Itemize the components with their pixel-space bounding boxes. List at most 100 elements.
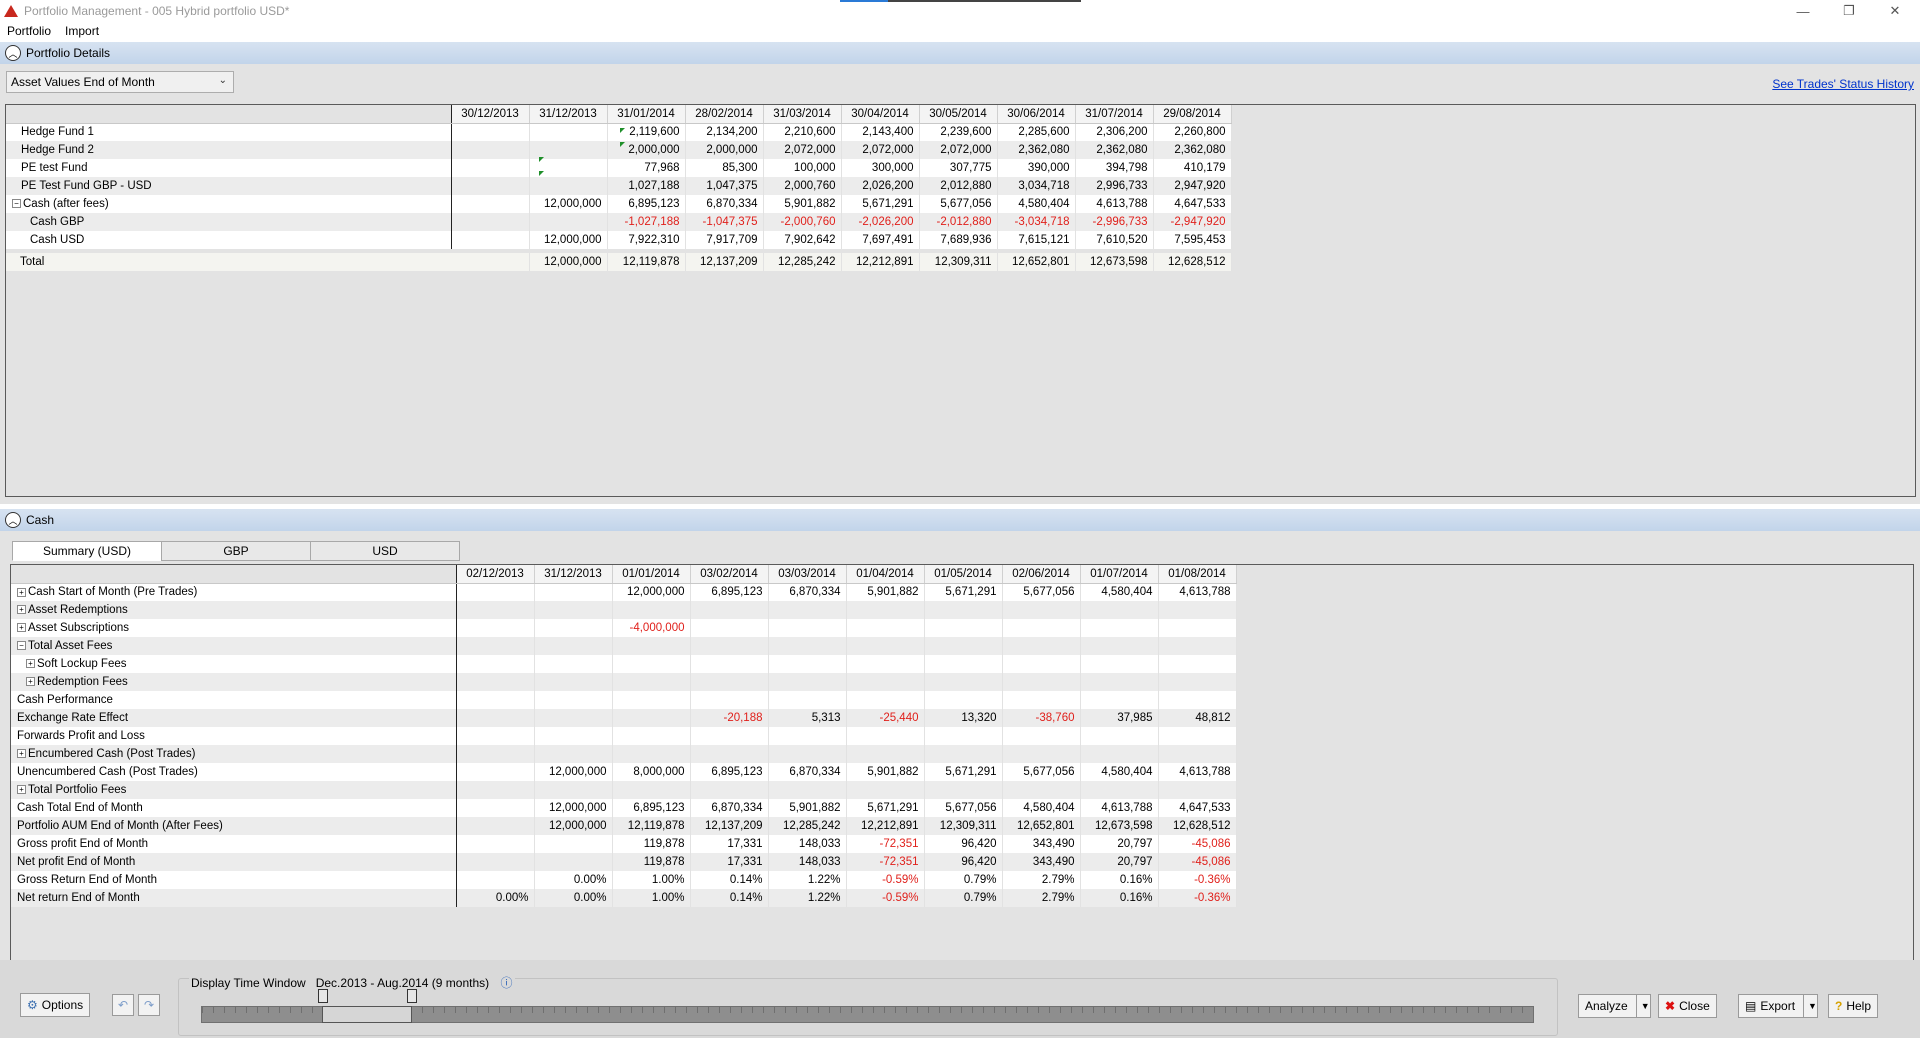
value-cell[interactable]: 5,313 [768,709,847,727]
value-cell[interactable] [1002,727,1081,745]
value-cell[interactable] [456,673,535,691]
table-row[interactable]: + Total Portfolio Fees [11,781,1237,799]
minimize-button[interactable]: — [1780,0,1826,22]
value-cell[interactable] [768,691,847,709]
value-cell[interactable]: 12,285,242 [768,817,847,835]
restore-button[interactable]: ❐ [1826,0,1872,22]
table-row[interactable]: Cash GBP -1,027,188 -1,047,375 -2,000,760 -2… [6,213,1232,231]
total-value-cell[interactable]: 12,137,209 [685,253,764,271]
value-cell[interactable] [529,123,608,141]
value-cell[interactable]: 343,490 [1002,835,1081,853]
value-cell[interactable]: 0.16% [1080,871,1159,889]
value-cell[interactable]: 2,362,080 [1153,141,1232,159]
value-cell[interactable] [612,781,691,799]
value-cell[interactable]: 2,000,000 [607,141,686,159]
value-cell[interactable]: 5,901,882 [846,583,925,601]
value-cell[interactable] [612,727,691,745]
value-cell[interactable]: 148,033 [768,835,847,853]
date-column-header[interactable]: 30/04/2014 [841,105,920,124]
value-cell[interactable]: 2,134,200 [685,123,764,141]
date-column-header[interactable]: 02/12/2013 [456,565,535,584]
total-value-cell[interactable]: 12,652,801 [997,253,1076,271]
value-cell[interactable]: 7,697,491 [841,231,920,249]
value-cell[interactable] [1158,619,1237,637]
value-cell[interactable]: 2,000,760 [763,177,842,195]
value-cell[interactable] [1002,781,1081,799]
menu-portfolio[interactable]: Portfolio [0,24,58,38]
value-cell[interactable] [846,727,925,745]
value-cell[interactable]: -2,000,760 [763,213,842,231]
value-cell[interactable] [1080,691,1159,709]
cash-header[interactable]: ︿ Cash [0,509,1920,531]
value-cell[interactable] [451,177,530,195]
value-cell[interactable]: 2,947,920 [1153,177,1232,195]
value-cell[interactable]: 7,902,642 [763,231,842,249]
value-cell[interactable]: -0.59% [846,889,925,907]
table-row[interactable]: Portfolio AUM End of Month (After Fees) 1… [11,817,1237,835]
table-row[interactable]: Cash Performance [11,691,1237,709]
value-cell[interactable] [1158,637,1237,655]
undo-button[interactable]: ↶ [112,994,134,1016]
total-value-cell[interactable]: 12,628,512 [1153,253,1232,271]
table-row[interactable]: Unencumbered Cash (Post Trades) 12,000,00… [11,763,1237,781]
value-cell[interactable]: -2,012,880 [919,213,998,231]
value-cell[interactable]: 1,047,375 [685,177,764,195]
collapse-up-icon[interactable]: ︿ [5,45,21,61]
value-cell[interactable] [690,601,769,619]
value-cell[interactable] [1080,619,1159,637]
value-cell[interactable]: 2,306,200 [1075,123,1154,141]
table-row[interactable]: Net return End of Month 0.00% 0.00% 1.00% 0.… [11,889,1237,907]
collapse-icon[interactable]: − [17,641,26,651]
date-column-header[interactable]: 01/05/2014 [924,565,1003,584]
value-cell[interactable] [924,673,1003,691]
value-cell[interactable]: 2,260,800 [1153,123,1232,141]
value-cell[interactable]: 2,143,400 [841,123,920,141]
value-cell[interactable] [451,159,530,177]
value-cell[interactable]: 2,072,000 [763,141,842,159]
value-cell[interactable]: 0.14% [690,889,769,907]
value-cell[interactable] [1158,601,1237,619]
value-cell[interactable] [768,601,847,619]
value-cell[interactable] [846,673,925,691]
value-cell[interactable] [690,637,769,655]
value-cell[interactable]: 5,671,291 [924,763,1003,781]
value-cell[interactable] [456,637,535,655]
value-cell[interactable]: 85,300 [685,159,764,177]
value-cell[interactable]: 12,119,878 [612,817,691,835]
value-cell[interactable]: 6,870,334 [768,583,847,601]
total-value-cell[interactable]: 12,673,598 [1075,253,1154,271]
value-cell[interactable]: 4,580,404 [1080,583,1159,601]
value-cell[interactable]: 390,000 [997,159,1076,177]
value-cell[interactable]: 119,878 [612,835,691,853]
value-cell[interactable] [456,727,535,745]
date-column-header[interactable]: 30/12/2013 [451,105,530,124]
value-cell[interactable] [924,691,1003,709]
value-cell[interactable] [690,781,769,799]
value-cell[interactable]: 12,000,000 [534,799,613,817]
value-cell[interactable]: 307,775 [919,159,998,177]
value-cell[interactable] [612,655,691,673]
value-cell[interactable] [690,655,769,673]
value-cell[interactable]: 48,812 [1158,709,1237,727]
value-cell[interactable]: 0.00% [534,889,613,907]
close-window-button[interactable]: ✕ [1872,0,1918,22]
value-cell[interactable]: 4,647,533 [1153,195,1232,213]
value-cell[interactable] [451,123,530,141]
value-cell[interactable] [456,763,535,781]
value-cell[interactable]: 410,179 [1153,159,1232,177]
time-window-start-handle[interactable] [318,989,328,1003]
tab-gbp[interactable]: GBP [161,541,311,561]
value-cell[interactable]: -72,351 [846,853,925,871]
date-column-header[interactable]: 30/05/2014 [919,105,998,124]
table-row[interactable]: Net profit End of Month 119,878 17,331 148,… [11,853,1237,871]
value-cell[interactable]: 12,000,000 [612,583,691,601]
value-cell[interactable] [529,213,608,231]
value-cell[interactable]: 6,895,123 [690,763,769,781]
date-column-header[interactable]: 31/01/2014 [607,105,686,124]
value-cell[interactable] [924,745,1003,763]
time-window-selection[interactable] [322,1006,412,1023]
dropdown-arrow-icon[interactable]: ▼ [1635,995,1650,1017]
value-cell[interactable]: 4,580,404 [1002,799,1081,817]
expand-icon[interactable]: + [17,623,26,633]
value-cell[interactable] [1080,655,1159,673]
